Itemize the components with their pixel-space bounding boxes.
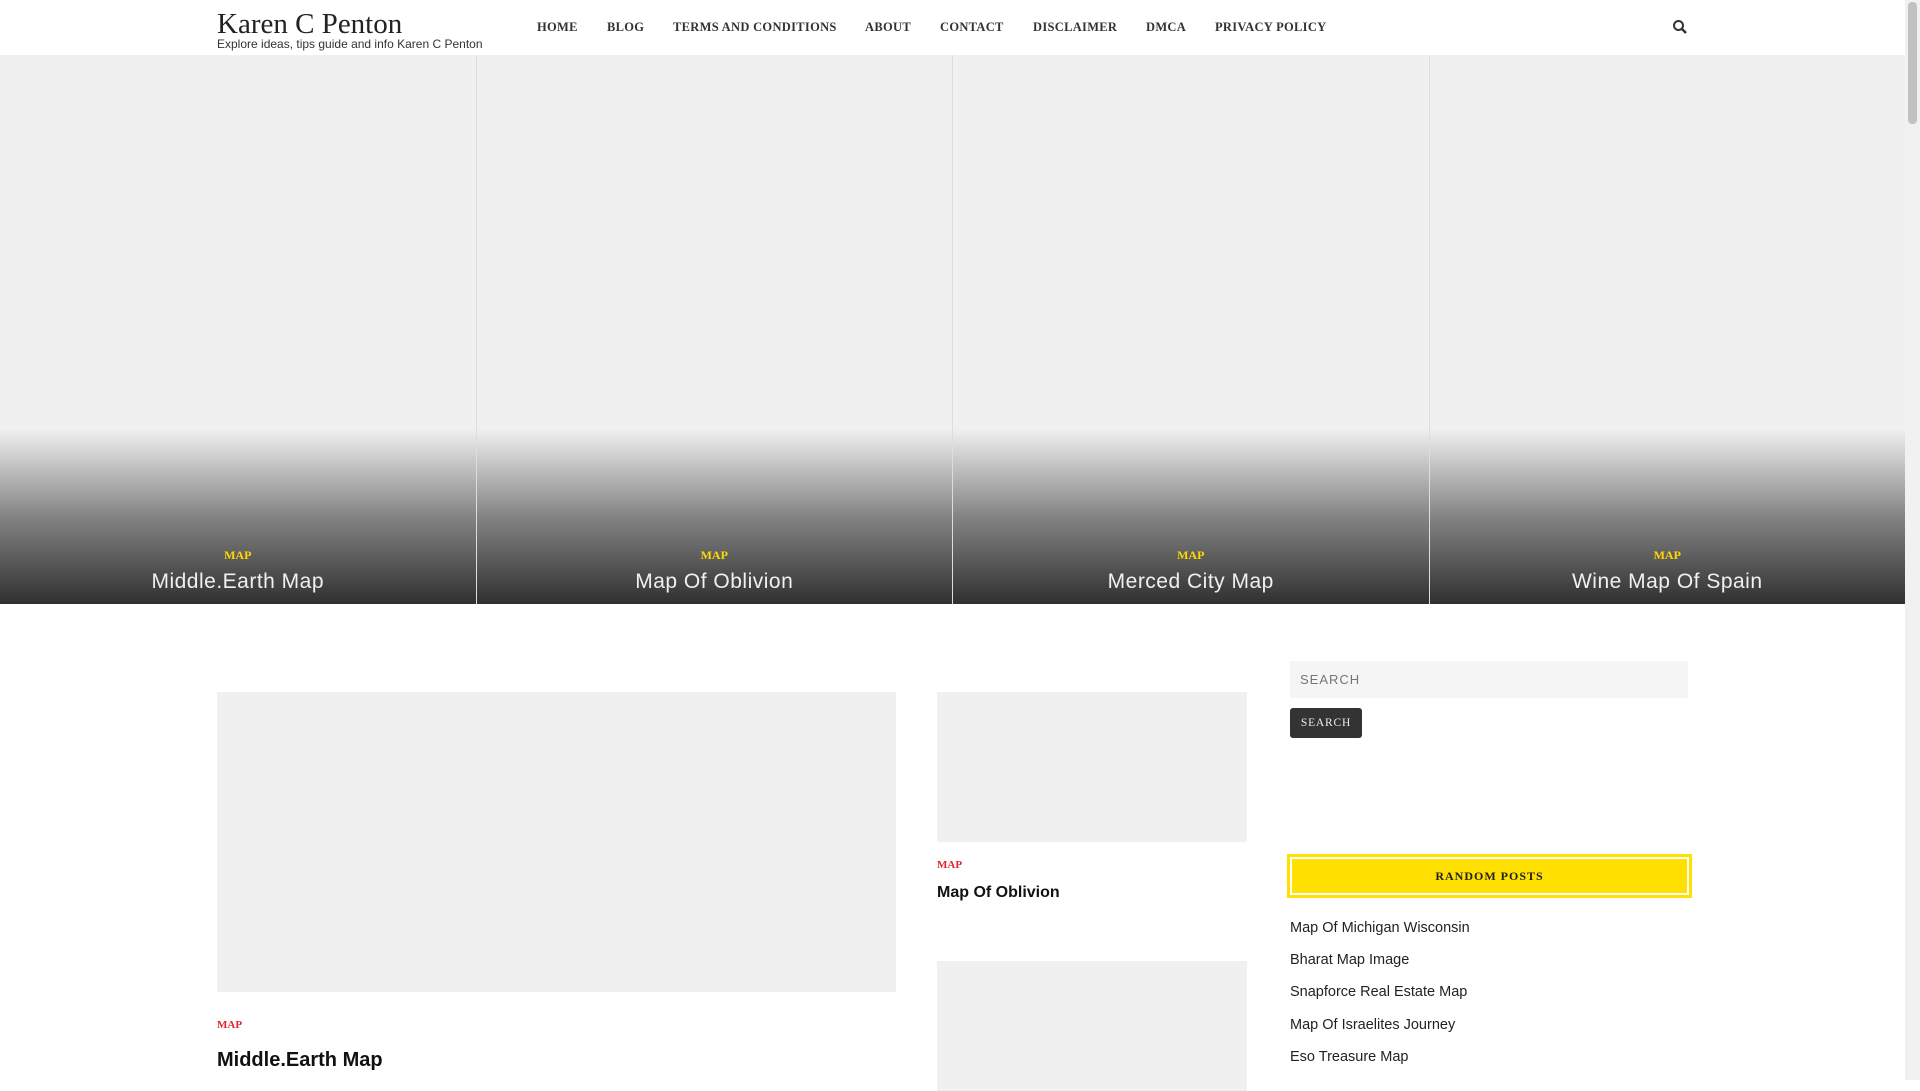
- nav-about[interactable]: ABOUT: [865, 20, 911, 35]
- post-title[interactable]: Middle.Earth Map: [217, 1049, 383, 1072]
- post-thumbnail[interactable]: [217, 692, 896, 992]
- featured-post[interactable]: MAP Merced City Map: [953, 55, 1430, 604]
- post-category[interactable]: MAP: [217, 1019, 242, 1031]
- post-title[interactable]: Map Of Oblivion: [937, 884, 1060, 902]
- site-header: Karen C Penton Explore ideas, tips guide…: [0, 0, 1905, 54]
- nav-dmca[interactable]: DMCA: [1146, 20, 1186, 35]
- post-category[interactable]: MAP: [1430, 548, 1906, 563]
- search-button[interactable]: SEARCH: [1290, 708, 1362, 738]
- random-post-link[interactable]: Map Of Israelites Journey: [1290, 1017, 1455, 1033]
- random-post-link[interactable]: Eso Treasure Map: [1290, 1049, 1408, 1065]
- nav-privacy[interactable]: PRIVACY POLICY: [1215, 20, 1327, 35]
- post-category[interactable]: MAP: [0, 548, 476, 563]
- post-title[interactable]: Map Of Oblivion: [477, 570, 953, 594]
- post-title[interactable]: Wine Map Of Spain: [1430, 570, 1906, 594]
- post-thumbnail[interactable]: [937, 692, 1247, 842]
- featured-post[interactable]: MAP Wine Map Of Spain: [1429, 55, 1906, 604]
- featured-post[interactable]: MAP Middle.Earth Map: [0, 55, 477, 604]
- post-title[interactable]: Middle.Earth Map: [0, 570, 476, 594]
- random-post-link[interactable]: Bharat Map Image: [1290, 952, 1409, 968]
- search-input[interactable]: [1290, 661, 1688, 698]
- post-category[interactable]: MAP: [953, 548, 1429, 563]
- featured-post[interactable]: MAP Map Of Oblivion: [476, 55, 953, 604]
- post-title[interactable]: Merced City Map: [953, 570, 1429, 594]
- random-post-link[interactable]: Map Of Michigan Wisconsin: [1290, 920, 1470, 936]
- post-category[interactable]: MAP: [477, 548, 953, 563]
- random-posts-title: RANDOM POSTS: [1292, 859, 1687, 893]
- search-icon[interactable]: [1672, 19, 1688, 35]
- post-thumbnail[interactable]: [937, 961, 1247, 1091]
- post-category[interactable]: MAP: [937, 859, 962, 871]
- featured-slider: MAP Middle.Earth Map MAP Map Of Oblivion M…: [0, 55, 1905, 604]
- nav-home[interactable]: HOME: [537, 20, 578, 35]
- nav-disclaimer[interactable]: DISCLAIMER: [1033, 20, 1117, 35]
- nav-blog[interactable]: BLOG: [607, 20, 644, 35]
- random-post-link[interactable]: Snapforce Real Estate Map: [1290, 984, 1467, 1000]
- scrollbar-thumb[interactable]: [1908, 2, 1917, 124]
- site-tagline: Explore ideas, tips guide and info Karen…: [217, 37, 483, 51]
- random-posts-header: RANDOM POSTS: [1287, 854, 1692, 898]
- scrollbar[interactable]: [1905, 0, 1920, 1080]
- nav-terms[interactable]: TERMS AND CONDITIONS: [673, 20, 837, 35]
- nav-contact[interactable]: CONTACT: [940, 20, 1004, 35]
